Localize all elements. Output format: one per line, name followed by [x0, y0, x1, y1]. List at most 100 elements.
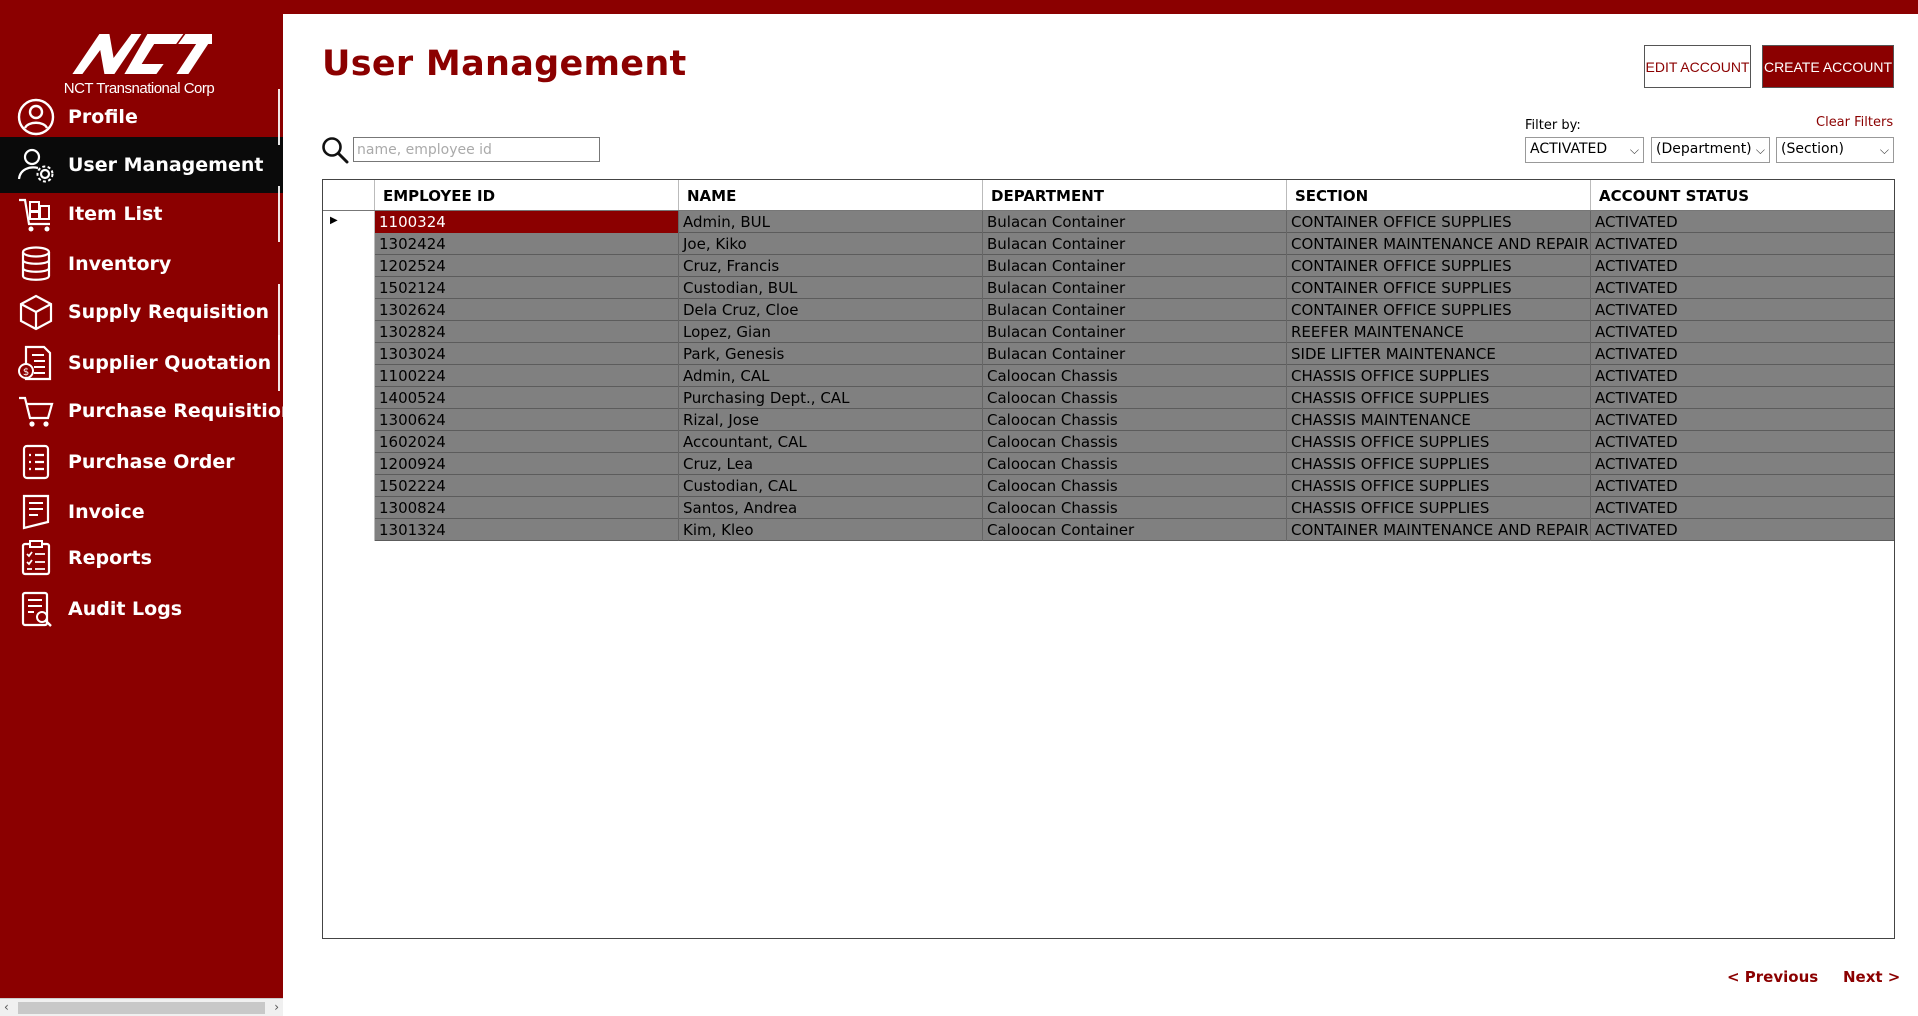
table-row[interactable]: 1301324 Kim, Kleo Caloocan Container CONTAI…	[323, 519, 1894, 541]
table-cell[interactable]: CHASSIS MAINTENANCE	[1287, 409, 1591, 431]
table-cell[interactable]: Caloocan Chassis	[983, 475, 1287, 497]
row-header[interactable]	[323, 277, 375, 299]
table-cell[interactable]: Bulacan Container	[983, 299, 1287, 321]
row-header[interactable]	[323, 409, 375, 431]
row-header[interactable]	[323, 431, 375, 453]
sidebar-item-reports[interactable]: Reports	[0, 530, 283, 586]
table-cell[interactable]: Joe, Kiko	[679, 233, 983, 255]
table-cell[interactable]: Caloocan Container	[983, 519, 1287, 541]
table-cell[interactable]: CHASSIS OFFICE SUPPLIES	[1287, 497, 1591, 519]
clear-filters-link[interactable]: Clear Filters	[1816, 115, 1893, 130]
sidebar-item-purchase-order[interactable]: Purchase Order	[0, 434, 283, 490]
table-row[interactable]: 1302424 Joe, Kiko Bulacan Container CONTAIN…	[323, 233, 1894, 255]
table-row[interactable]: 1300824 Santos, Andrea Caloocan Chassis CHA…	[323, 497, 1894, 519]
table-cell[interactable]: Caloocan Chassis	[983, 365, 1287, 387]
table-row[interactable]: 1400524 Purchasing Dept., CAL Caloocan Cha…	[323, 387, 1894, 409]
row-header[interactable]	[323, 453, 375, 475]
table-row[interactable]: 1202524 Cruz, Francis Bulacan Container CON…	[323, 255, 1894, 277]
row-header[interactable]	[323, 233, 375, 255]
column-header-section[interactable]: SECTION	[1287, 180, 1591, 210]
section-filter-select[interactable]: (Section) ⌵	[1776, 137, 1894, 163]
status-filter-select[interactable]: ACTIVATED ⌵	[1525, 137, 1644, 163]
next-page-link[interactable]: Next >	[1843, 968, 1900, 986]
table-cell[interactable]: CONTAINER MAINTENANCE AND REPAIR	[1287, 519, 1591, 541]
row-header[interactable]	[323, 299, 375, 321]
column-header-employee-id[interactable]: EMPLOYEE ID	[375, 180, 679, 210]
table-row[interactable]: 1302824 Lopez, Gian Bulacan Container REEFE…	[323, 321, 1894, 343]
table-cell[interactable]: ACTIVATED	[1591, 497, 1894, 519]
table-cell[interactable]: ACTIVATED	[1591, 255, 1894, 277]
column-header-department[interactable]: DEPARTMENT	[983, 180, 1287, 210]
table-cell[interactable]: 1302824	[375, 321, 679, 343]
table-cell[interactable]: 1303024	[375, 343, 679, 365]
table-cell[interactable]: ACTIVATED	[1591, 475, 1894, 497]
sidebar-item-supply-requisition[interactable]: Supply Requisition	[0, 284, 283, 340]
table-row[interactable]: 1502124 Custodian, BUL Bulacan Container CO…	[323, 277, 1894, 299]
row-header[interactable]	[323, 387, 375, 409]
table-cell[interactable]: CHASSIS OFFICE SUPPLIES	[1287, 453, 1591, 475]
search-input[interactable]	[353, 137, 600, 162]
table-cell[interactable]: 1302424	[375, 233, 679, 255]
search-icon[interactable]	[321, 136, 349, 164]
table-cell[interactable]: ACTIVATED	[1591, 365, 1894, 387]
table-cell[interactable]: CONTAINER MAINTENANCE AND REPAIR	[1287, 233, 1591, 255]
table-cell[interactable]: Cruz, Francis	[679, 255, 983, 277]
table-cell[interactable]: 1202524	[375, 255, 679, 277]
column-header-name[interactable]: NAME	[679, 180, 983, 210]
table-cell[interactable]: 1602024	[375, 431, 679, 453]
table-cell[interactable]: SIDE LIFTER MAINTENANCE	[1287, 343, 1591, 365]
table-cell[interactable]: Admin, CAL	[679, 365, 983, 387]
sidebar-item-purchase-requisition[interactable]: Purchase Requisition	[0, 383, 294, 439]
table-cell[interactable]: Santos, Andrea	[679, 497, 983, 519]
scroll-left-icon[interactable]: ‹	[4, 1000, 9, 1014]
table-cell[interactable]: ACTIVATED	[1591, 321, 1894, 343]
row-header[interactable]	[323, 255, 375, 277]
row-header[interactable]	[323, 497, 375, 519]
table-cell[interactable]: CHASSIS OFFICE SUPPLIES	[1287, 475, 1591, 497]
scroll-right-icon[interactable]: ›	[274, 1000, 279, 1014]
table-cell[interactable]: Cruz, Lea	[679, 453, 983, 475]
table-cell[interactable]: Kim, Kleo	[679, 519, 983, 541]
table-cell[interactable]: Custodian, CAL	[679, 475, 983, 497]
table-cell[interactable]: ACTIVATED	[1591, 233, 1894, 255]
table-cell[interactable]: Bulacan Container	[983, 211, 1287, 233]
table-cell[interactable]: CONTAINER OFFICE SUPPLIES	[1287, 211, 1591, 233]
table-cell[interactable]: Bulacan Container	[983, 343, 1287, 365]
table-cell[interactable]: ACTIVATED	[1591, 453, 1894, 475]
table-cell[interactable]: ACTIVATED	[1591, 277, 1894, 299]
column-header-account-status[interactable]: ACCOUNT STATUS	[1591, 180, 1894, 210]
table-cell[interactable]: 1400524	[375, 387, 679, 409]
scrollbar-thumb[interactable]	[18, 1002, 265, 1014]
table-cell[interactable]: Admin, BUL	[679, 211, 983, 233]
sidebar-scrollbar[interactable]: ‹ ›	[0, 998, 283, 1016]
table-cell[interactable]: Dela Cruz, Cloe	[679, 299, 983, 321]
table-cell[interactable]: 1200924	[375, 453, 679, 475]
table-cell[interactable]: CHASSIS OFFICE SUPPLIES	[1287, 431, 1591, 453]
sidebar-item-user-management[interactable]: User Management	[0, 137, 283, 193]
table-cell[interactable]: 1300824	[375, 497, 679, 519]
table-cell[interactable]: Custodian, BUL	[679, 277, 983, 299]
row-header[interactable]	[323, 343, 375, 365]
table-row[interactable]: 1200924 Cruz, Lea Caloocan Chassis CHASSIS …	[323, 453, 1894, 475]
table-cell[interactable]: CONTAINER OFFICE SUPPLIES	[1287, 255, 1591, 277]
table-cell[interactable]: REEFER MAINTENANCE	[1287, 321, 1591, 343]
table-cell[interactable]: Purchasing Dept., CAL	[679, 387, 983, 409]
table-cell[interactable]: Caloocan Chassis	[983, 409, 1287, 431]
table-cell[interactable]: Lopez, Gian	[679, 321, 983, 343]
table-cell[interactable]: Accountant, CAL	[679, 431, 983, 453]
table-row[interactable]: 1502224 Custodian, CAL Caloocan Chassis CHA…	[323, 475, 1894, 497]
edit-account-button[interactable]: EDIT ACCOUNT	[1644, 45, 1751, 88]
sidebar-item-item-list[interactable]: Item List	[0, 186, 283, 242]
table-row[interactable]: 1302624 Dela Cruz, Cloe Bulacan Container C…	[323, 299, 1894, 321]
table-cell[interactable]: ACTIVATED	[1591, 211, 1894, 233]
row-header[interactable]	[323, 321, 375, 343]
row-header[interactable]	[323, 475, 375, 497]
table-cell[interactable]: 1301324	[375, 519, 679, 541]
table-cell[interactable]: CONTAINER OFFICE SUPPLIES	[1287, 299, 1591, 321]
department-filter-select[interactable]: (Department) ⌵	[1651, 137, 1770, 163]
table-row[interactable]: 1602024 Accountant, CAL Caloocan Chassis CH…	[323, 431, 1894, 453]
table-cell[interactable]: Caloocan Chassis	[983, 431, 1287, 453]
row-header[interactable]	[323, 365, 375, 387]
table-cell[interactable]: Bulacan Container	[983, 321, 1287, 343]
row-header[interactable]: ▶	[323, 211, 375, 233]
